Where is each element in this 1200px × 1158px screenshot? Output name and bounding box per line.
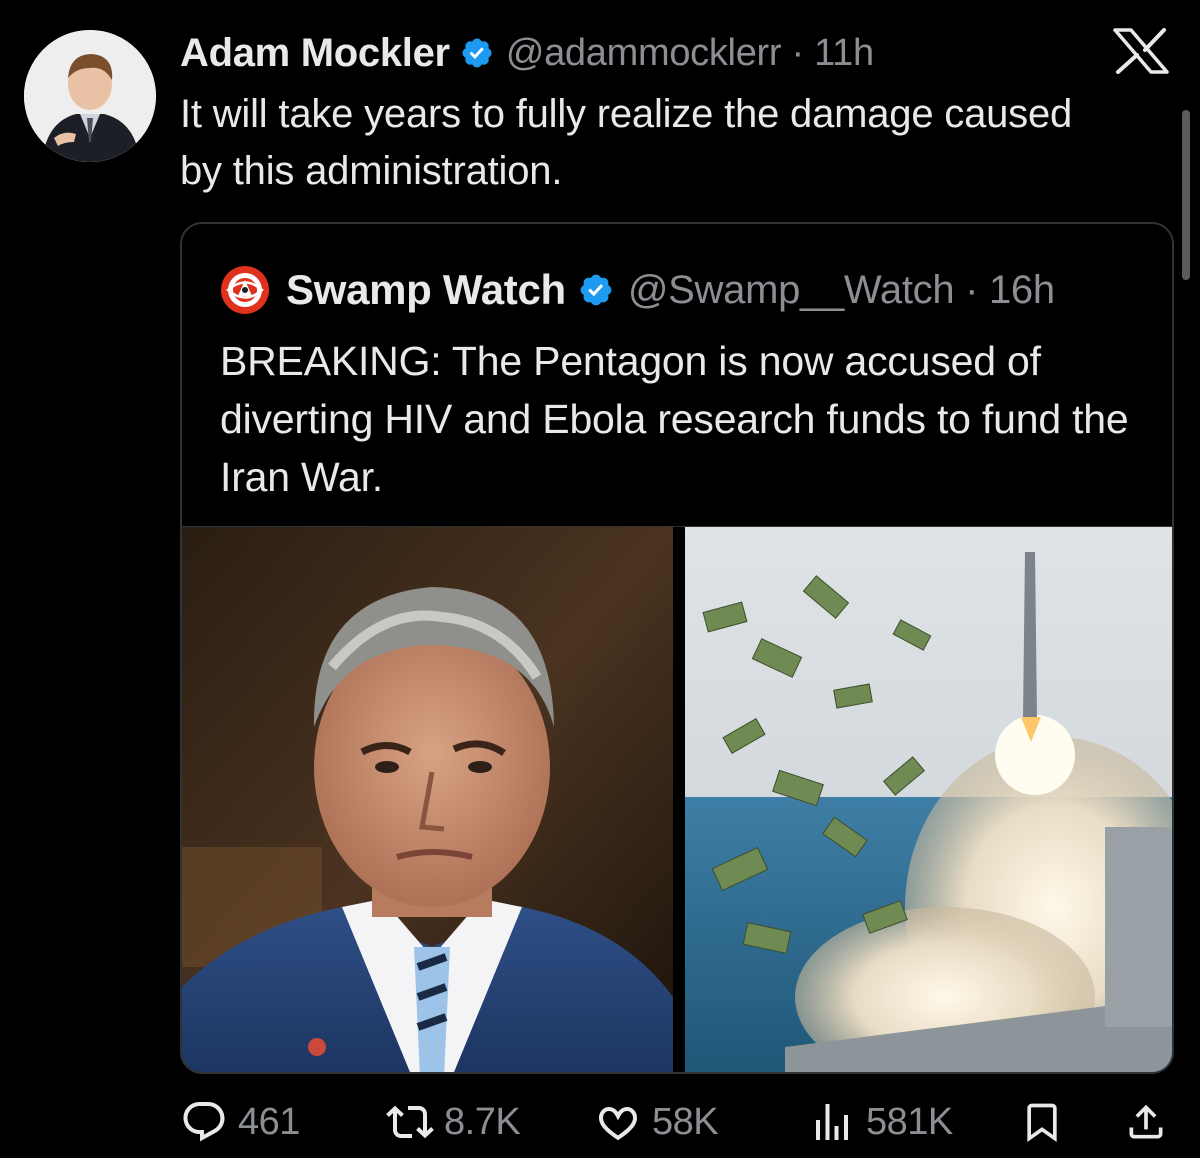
- quoted-tweet[interactable]: Swamp Watch @Swamp__Watch · 16h BREAKING…: [180, 222, 1174, 1074]
- bookmark-button[interactable]: [1020, 1094, 1064, 1150]
- quoted-text: BREAKING: The Pentagon is now accused of…: [220, 338, 1129, 500]
- verified-badge-icon: [462, 38, 492, 68]
- swamp-watch-logo-icon: [221, 266, 269, 314]
- author-handle[interactable]: @adammocklerr · 11h: [506, 32, 874, 75]
- repost-count: 8.7K: [444, 1100, 521, 1143]
- verified-badge-icon: [580, 274, 612, 306]
- repost-button[interactable]: 8.7K: [386, 1094, 521, 1150]
- views-bar-icon: [816, 1104, 848, 1140]
- author-name[interactable]: Adam Mockler: [180, 31, 450, 76]
- tweet-header: Adam Mockler @adammocklerr · 11h: [180, 28, 874, 78]
- views-count: 581K: [866, 1100, 953, 1143]
- reply-button[interactable]: 461: [180, 1094, 300, 1150]
- quoted-header: Swamp Watch @Swamp__Watch · 16h: [220, 264, 1055, 316]
- repost-icon: [386, 1105, 434, 1139]
- quoted-author-handle[interactable]: @Swamp__Watch · 16h: [628, 268, 1055, 313]
- action-bar: 461 8.7K 58K 581K: [180, 1094, 1170, 1150]
- media-photo-portrait[interactable]: [182, 527, 673, 1072]
- tweet-text: It will take years to fully realize the …: [180, 92, 1073, 193]
- x-logo-icon[interactable]: [1112, 28, 1170, 74]
- scrollbar[interactable]: [1182, 110, 1190, 280]
- heart-icon: [599, 1106, 637, 1141]
- like-button[interactable]: 58K: [594, 1094, 719, 1150]
- like-count: 58K: [652, 1100, 719, 1143]
- quoted-author-name[interactable]: Swamp Watch: [286, 266, 566, 314]
- share-icon: [1129, 1104, 1163, 1139]
- author-avatar[interactable]: [24, 30, 156, 162]
- views-button[interactable]: 581K: [808, 1094, 953, 1150]
- media-photo-missile[interactable]: [685, 527, 1172, 1072]
- quoted-media: [182, 526, 1172, 1072]
- bookmark-icon: [1027, 1103, 1057, 1143]
- share-button[interactable]: [1124, 1094, 1168, 1150]
- reply-icon: [183, 1102, 225, 1142]
- reply-count: 461: [238, 1100, 300, 1143]
